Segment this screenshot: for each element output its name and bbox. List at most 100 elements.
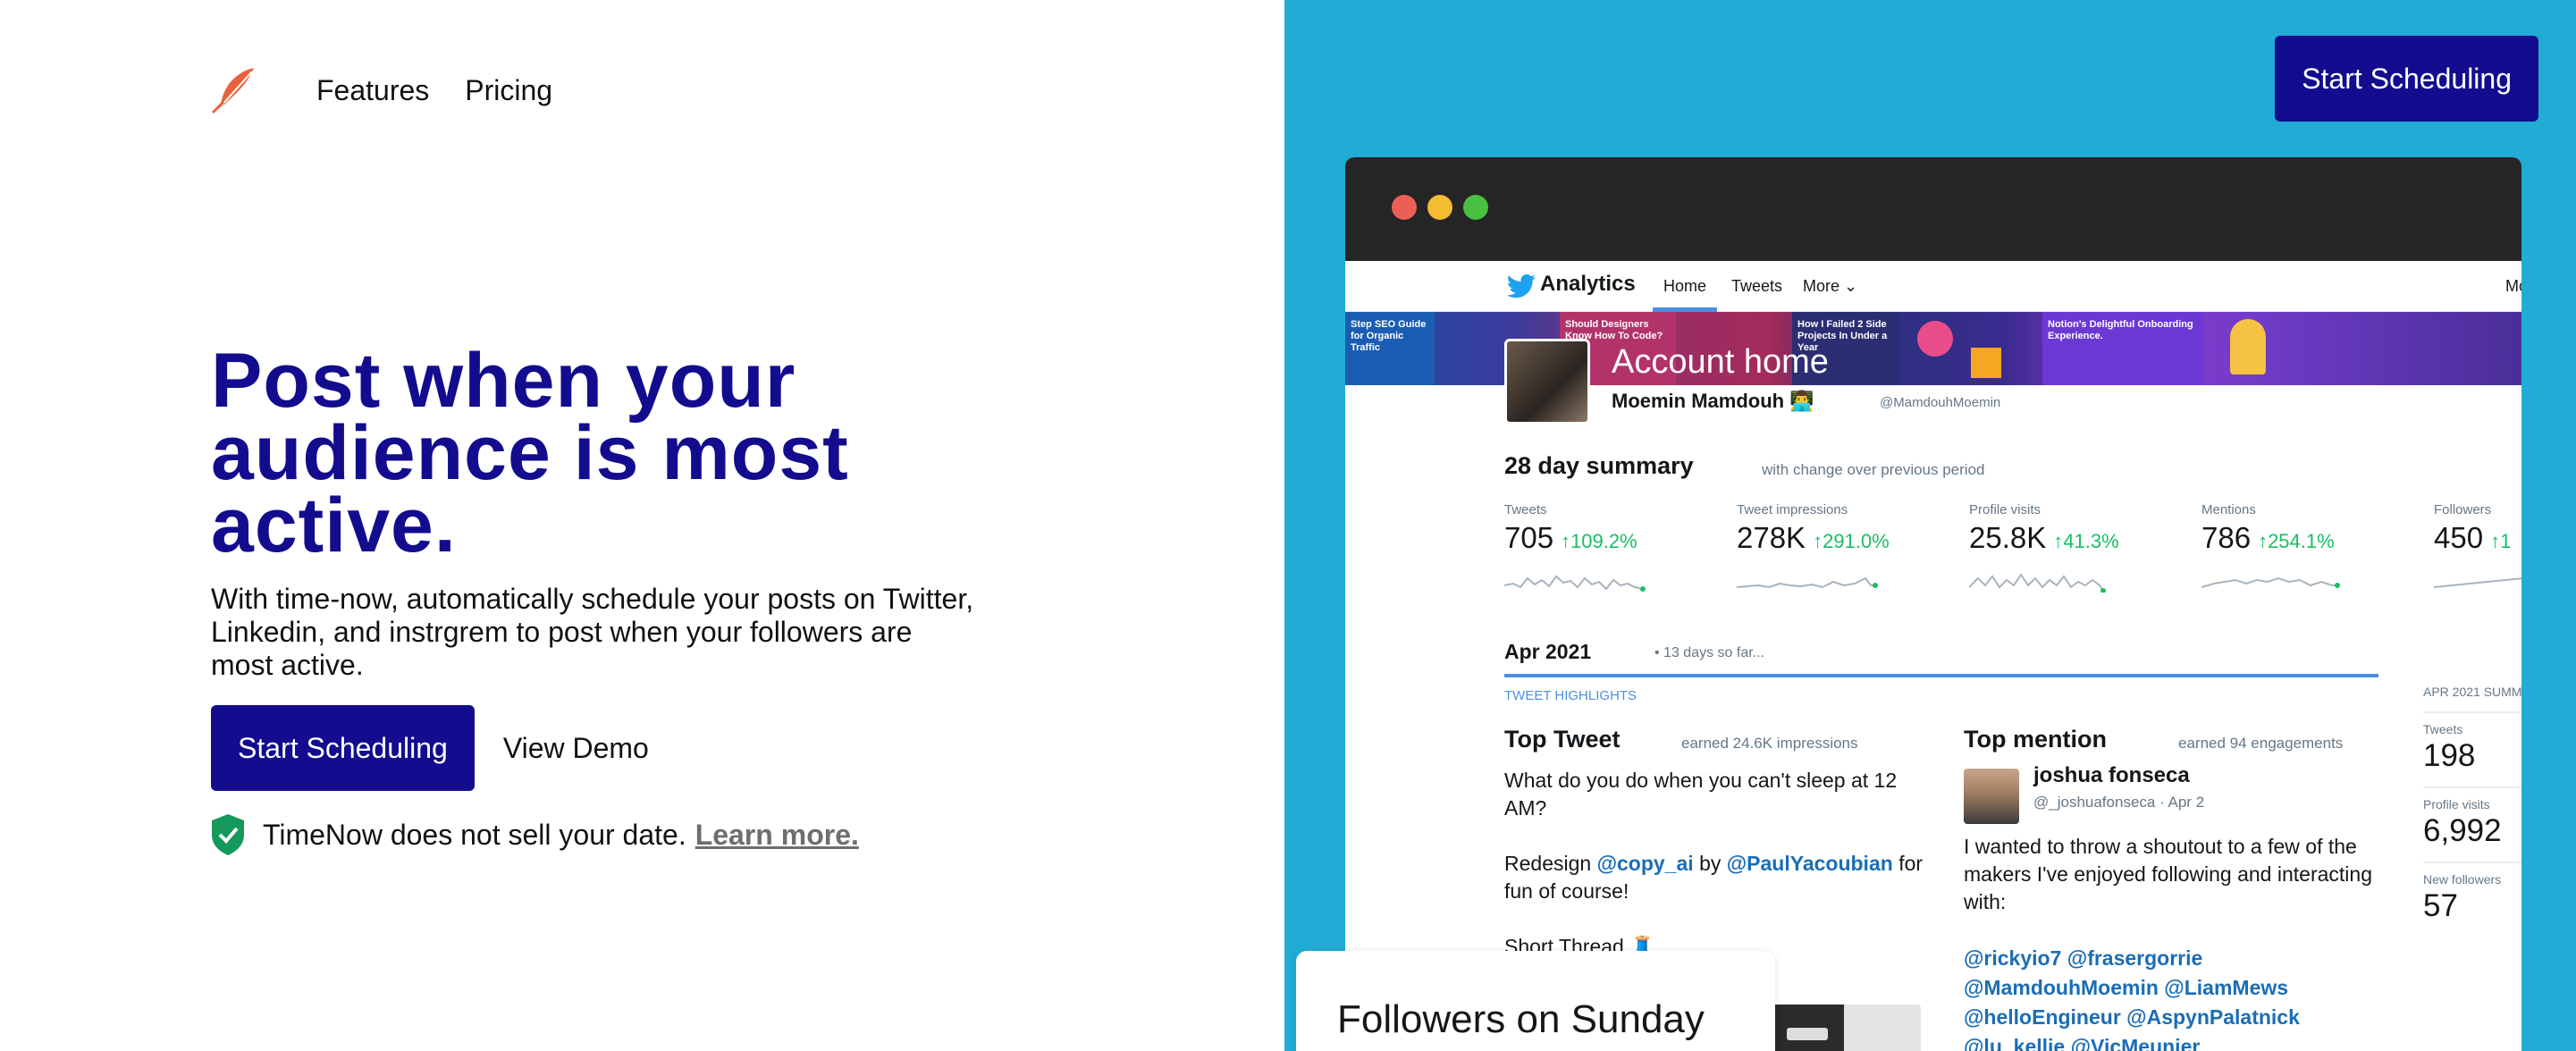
stat-label: Profile visits <box>1969 502 2041 517</box>
window-close-dot <box>1392 195 1417 220</box>
tweet-line: What do you do when you can't sleep at 1… <box>1504 769 1898 820</box>
sparkline <box>1737 576 1878 589</box>
followers-on-sunday-card: Followers on Sunday <box>1296 951 1775 1051</box>
hero-subtitle: With time-now, automatically schedule yo… <box>211 583 974 681</box>
summary-note: with change over previous period <box>1762 461 1985 478</box>
learn-more-link[interactable]: Learn more. <box>695 819 859 852</box>
tweet-text: Redesign <box>1504 852 1592 875</box>
analytics-brand: Analytics <box>1540 272 1636 296</box>
tweet-text: by <box>1699 852 1722 875</box>
tweet-line: Redesign @copy_ai by @PaulYacoubian for … <box>1504 850 1924 905</box>
hero-title: Post when your audience is most active. <box>211 338 1015 568</box>
shield-check-icon <box>212 814 244 855</box>
top-tweet-meta: earned 24.6K impressions <box>1681 735 1858 752</box>
stat-value: 450 <box>2434 521 2484 554</box>
mention-user-name[interactable]: joshua fonseca <box>2033 763 2190 788</box>
tab-home[interactable]: Home <box>1663 277 1706 296</box>
mention-body: I wanted to throw a shoutout to a few of… <box>1964 835 2372 913</box>
stat-value: 705 <box>1504 521 1554 554</box>
summary-item: Tweets 198 <box>2423 711 2521 774</box>
sparkline <box>1969 573 2106 593</box>
stat-value: 278K <box>1737 521 1806 554</box>
stat-row: 705 ↑109.2% <box>1504 521 1719 555</box>
month-note: • 13 days so far... <box>1654 645 1764 660</box>
stat-change: ↑41.3% <box>2053 530 2119 552</box>
mention-tag-line[interactable]: @MamdouhMoemin @LiamMews <box>1964 973 2384 1003</box>
stat-tweets: Tweets 705 ↑109.2% <box>1504 502 1719 593</box>
account-name: Moemin Mamdouh 👨‍💻 <box>1612 390 1814 412</box>
stat-change: ↑291.0% <box>1813 530 1890 552</box>
summary-value: 198 <box>2423 738 2476 773</box>
mention-tags: @rickyio7 @frasergorrie @MamdouhMoemin @… <box>1964 944 2384 1051</box>
hero-title-line: audience is most <box>211 410 849 496</box>
top-tweet-title: Top Tweet <box>1504 726 1621 753</box>
stat-label: Mentions <box>2201 502 2256 517</box>
mention-tag-line[interactable]: @rickyio7 @frasergorrie <box>1964 944 2384 973</box>
mention-user-handle: @_joshuafonseca · Apr 2 <box>2033 794 2205 811</box>
stat-mentions: Mentions 786 ↑254.1% <box>2201 502 2416 593</box>
mention-link[interactable]: @copy_ai <box>1597 852 1694 875</box>
stat-change: ↑1 <box>2490 530 2512 552</box>
banner-card: Step SEO Guide for Organic Traffic <box>1345 312 1435 385</box>
stat-label: Tweets <box>1504 502 1547 517</box>
month-title: Apr 2021 <box>1504 640 1592 663</box>
window-titlebar <box>1345 157 2521 261</box>
hero-title-line: active. <box>211 483 457 568</box>
view-demo-link[interactable]: View Demo <box>503 732 649 765</box>
feather-quill-icon[interactable] <box>211 66 257 114</box>
avatar[interactable] <box>1504 339 1590 425</box>
nav-link-features[interactable]: Features <box>316 74 429 107</box>
summary-value: 57 <box>2423 888 2458 923</box>
summary-label: Profile visits <box>2423 797 2490 811</box>
mention-tag-line[interactable]: @lu_kellie @VicMeunier <box>1964 1032 2384 1051</box>
cta-row: Start Scheduling View Demo <box>211 705 649 791</box>
banner-decoration <box>1917 321 1953 357</box>
stat-impressions: Tweet impressions 278K ↑291.0% <box>1737 502 1951 593</box>
stat-change: ↑254.1% <box>2258 530 2335 552</box>
browser-window-mockup: Analytics Home Tweets More ⌄ Mo Step SEO… <box>1345 157 2521 1051</box>
stat-row: 450 ↑1 <box>2434 521 2521 555</box>
tab-tweets[interactable]: Tweets <box>1731 277 1782 296</box>
top-mention-meta: earned 94 engagements <box>2178 735 2344 752</box>
tweet-media-pill <box>1787 1028 1828 1040</box>
hero-title-line: Post when your <box>211 338 796 424</box>
summary-value: 6,992 <box>2423 813 2502 848</box>
window-maximize-dot <box>1463 195 1488 220</box>
twitter-bird-icon <box>1508 274 1536 298</box>
header-start-scheduling-button[interactable]: Start Scheduling <box>2275 36 2538 122</box>
top-nav: Features Pricing <box>211 66 588 114</box>
tab-more-label: More <box>1803 277 1840 295</box>
tweet-highlights-label: TWEET HIGHLIGHTS <box>1504 688 1637 703</box>
account-handle: @MamdouhMoemin <box>1880 395 2001 410</box>
month-summary-sidebar: APR 2021 SUMMARY Tweets 198 Profile visi… <box>2423 685 2521 924</box>
nav-link-pricing[interactable]: Pricing <box>465 74 552 107</box>
stat-row: 786 ↑254.1% <box>2201 521 2416 555</box>
tab-more[interactable]: More ⌄ <box>1803 277 1857 296</box>
window-minimize-dot <box>1427 195 1452 220</box>
stat-label: Followers <box>2434 502 2492 517</box>
stat-profile-visits: Profile visits 25.8K ↑41.3% <box>1969 502 2184 593</box>
start-scheduling-button[interactable]: Start Scheduling <box>211 705 475 791</box>
stat-label: Tweet impressions <box>1737 502 1848 517</box>
mention-link[interactable]: @PaulYacoubian <box>1727 852 1893 875</box>
stat-row: 278K ↑291.0% <box>1737 521 1951 555</box>
followers-card-title: Followers on Sunday <box>1337 997 1705 1041</box>
preview-panel: Start Scheduling Analytics Home Tweets M… <box>1284 0 2576 1051</box>
stat-followers: Followers 450 ↑1 <box>2434 502 2521 593</box>
summary-label: New followers <box>2423 872 2502 887</box>
sparkline <box>2434 577 2521 588</box>
month-divider <box>1504 674 2378 677</box>
privacy-note: TimeNow does not sell your date. Learn m… <box>211 813 859 856</box>
stat-value: 786 <box>2201 521 2252 554</box>
summary-label: Tweets <box>2423 722 2463 736</box>
avatar[interactable] <box>1964 769 2019 824</box>
nav-more-right[interactable]: Mo <box>2505 277 2521 296</box>
sparkline <box>1504 575 1646 592</box>
mention-tag-line[interactable]: @helloEngineur @AspynPalatnick <box>1964 1003 2384 1032</box>
stat-change: ↑109.2% <box>1561 530 1637 552</box>
summary-item: Profile visits 6,992 <box>2423 786 2521 849</box>
banner-card: Notion's Delightful Onboarding Experienc… <box>2042 312 2203 385</box>
stat-row: 25.8K ↑41.3% <box>1969 521 2184 555</box>
banner-decoration <box>1971 348 2001 378</box>
sparkline <box>2201 576 2340 588</box>
